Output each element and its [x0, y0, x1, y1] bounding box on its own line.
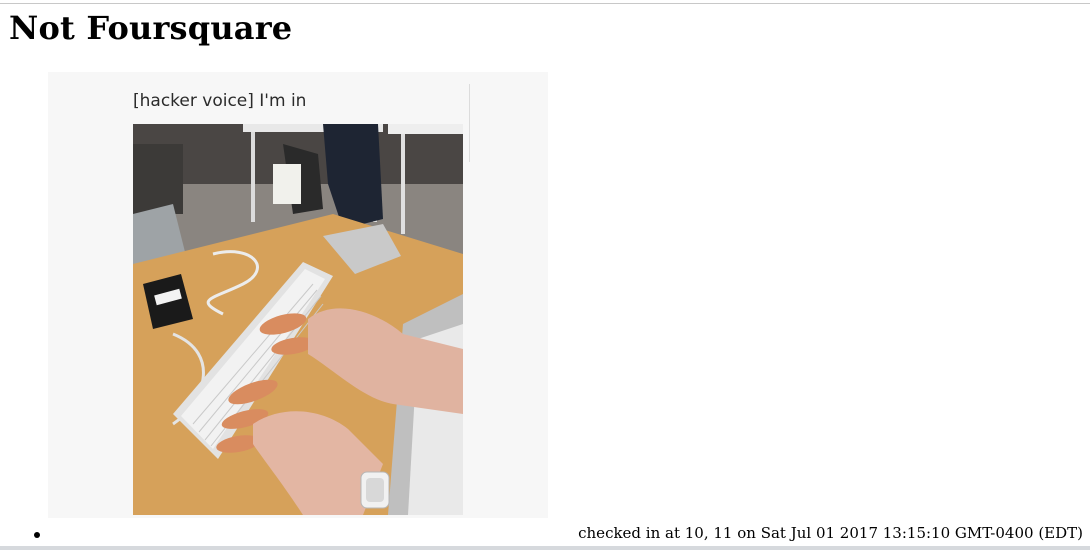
meme-divider: [469, 84, 470, 162]
photo-image-icon: [133, 124, 463, 515]
meme-image: [hacker voice] I'm in: [48, 72, 548, 518]
page-title: Not Foursquare: [9, 9, 293, 47]
top-divider: [0, 3, 1090, 4]
meme-photo: [133, 124, 463, 515]
bullet-icon: [34, 532, 40, 538]
bottom-strip: [0, 546, 1090, 550]
meme-caption: [hacker voice] I'm in: [133, 91, 307, 111]
checkin-text: checked in at 10, 11 on Sat Jul 01 2017 …: [578, 524, 1083, 542]
